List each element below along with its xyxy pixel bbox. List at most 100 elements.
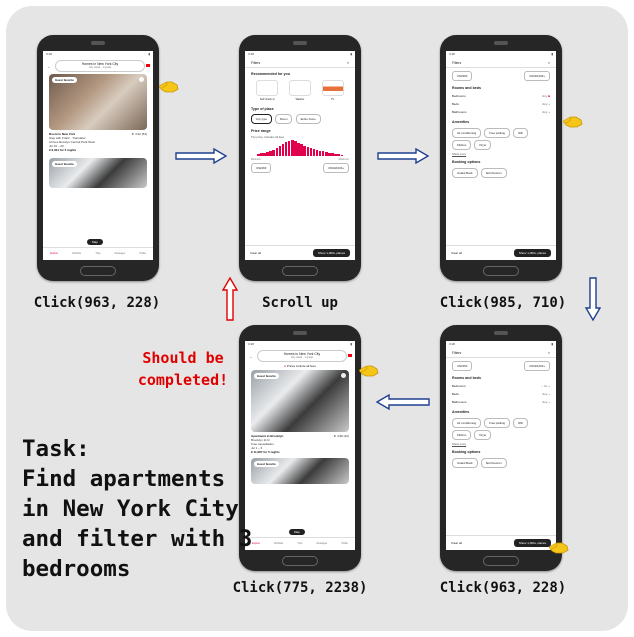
close-icon[interactable]: ×	[548, 61, 550, 65]
air-conditioning-chip[interactable]: Air conditioning	[452, 128, 482, 138]
show-places-button[interactable]: Show 1,000+ places	[312, 249, 350, 257]
phone-camera	[293, 41, 307, 45]
tag-icon: ●	[284, 364, 286, 368]
amenity-chips: Air conditioning Free parking Wifi Kitch…	[446, 126, 556, 152]
battery-icon: ▮	[350, 342, 352, 346]
bedrooms-label: Bedrooms	[452, 94, 466, 98]
nav-trips[interactable]: Trips	[95, 253, 100, 255]
tap-hand-icon	[549, 542, 569, 554]
battery-icon: ▮	[350, 52, 352, 56]
arrow-down	[585, 277, 601, 322]
listing-photo-2[interactable]: Guest favorite	[49, 158, 147, 189]
rooms-heading: Rooms and beds	[452, 376, 481, 380]
nav-profile[interactable]: Profile	[139, 253, 146, 255]
min-price-field[interactable]: CN¥260	[452, 361, 473, 371]
minimum-label: Minimum	[251, 158, 261, 161]
room-chip[interactable]: Room	[275, 114, 293, 124]
listing-photo[interactable]: Guest favorite	[49, 74, 147, 130]
map-button[interactable]: Map	[87, 239, 103, 245]
bedrooms-value: Any	[542, 94, 548, 98]
back-arrow-icon[interactable]: ←	[47, 64, 51, 69]
nav-messages[interactable]: Messages	[317, 543, 327, 545]
heart-icon[interactable]	[341, 373, 346, 378]
wifi-chip[interactable]: Wifi	[513, 128, 528, 138]
filters-footer: Clear all Show 1,000+ places	[446, 535, 556, 550]
step-5-caption: Click(775, 2238)	[232, 580, 368, 596]
dryer-chip[interactable]: Dryer	[474, 430, 492, 440]
max-price-field[interactable]: CN¥18,000+	[524, 361, 550, 371]
dryer-chip[interactable]: Dryer	[474, 140, 492, 150]
max-price-field[interactable]: CN¥18,000+	[323, 163, 349, 173]
status-bar: 3:18 ▮	[43, 51, 153, 59]
bathrooms-stepper[interactable]: Any +	[542, 400, 550, 404]
nav-explore[interactable]: Explore	[50, 253, 58, 255]
self-check-in-tile[interactable]	[256, 80, 279, 96]
wifi-chip[interactable]: Wifi	[513, 418, 528, 428]
listing-photo[interactable]: Guest favorite	[251, 370, 349, 432]
search-bar[interactable]: ← Homes in New York City Any week · 1 gu…	[47, 60, 150, 72]
back-arrow-icon[interactable]: ←	[249, 354, 253, 359]
clear-all-link[interactable]: Clear all	[250, 251, 261, 255]
min-price-field[interactable]: CN¥260	[452, 71, 473, 81]
amenities-heading: Amenities	[452, 120, 470, 124]
beds-stepper[interactable]: Any +	[542, 102, 550, 106]
listing-photo-2[interactable]: Guest favorite	[251, 458, 349, 485]
heart-icon[interactable]	[139, 77, 144, 82]
diagram-canvas: 3:18 ▮ ← Homes in New York City Any week …	[0, 0, 634, 637]
free-parking-chip[interactable]: Free parking	[484, 418, 510, 428]
nav-wishlists[interactable]: Wishlists	[72, 253, 81, 255]
nav-profile[interactable]: Profile	[341, 543, 348, 545]
show-places-button[interactable]: Show 1,000+ places	[513, 539, 551, 547]
bathrooms-value: Any	[542, 110, 548, 114]
clear-all-link[interactable]: Clear all	[451, 251, 462, 255]
filters-header: Filters ×	[245, 59, 355, 68]
bedrooms-stepper[interactable]: − 3+ +	[541, 384, 550, 388]
bathrooms-stepper[interactable]: Any +	[542, 110, 550, 114]
min-price-field[interactable]: CN¥260	[251, 163, 272, 173]
phone-step-5: 3:18 ▮ ← Homes in New York City Any week …	[239, 325, 361, 571]
instant-book-chip[interactable]: Instant Book	[452, 458, 478, 468]
clear-all-link[interactable]: Clear all	[451, 541, 462, 545]
kitchen-chip[interactable]: Kitchen	[452, 140, 472, 150]
bedrooms-stepper[interactable]: Any ■	[542, 94, 550, 98]
phone-camera	[494, 41, 508, 45]
listing-price: ¥ 6,321 for 5 nights	[49, 148, 77, 153]
tv-tile[interactable]	[321, 80, 344, 96]
completion-note: Should be completed!	[128, 347, 238, 391]
show-places-button[interactable]: Show 1,000+ places	[513, 249, 551, 257]
beds-stepper[interactable]: Any +	[542, 392, 550, 396]
phone-step-3: 3:18 ▮ Filters × CN¥260 CN¥18,000+ Rooms a…	[440, 35, 562, 281]
any-type-chip[interactable]: Any type	[251, 114, 272, 124]
filters-title: Filters	[452, 61, 462, 65]
filter-button[interactable]	[348, 354, 352, 357]
show-more-link[interactable]: Show more	[446, 442, 556, 446]
bathrooms-value: Any	[542, 400, 548, 404]
self-check-in-chip[interactable]: Self check-in	[480, 458, 507, 468]
max-price-field[interactable]: CN¥18,000+	[524, 71, 550, 81]
prices-banner: ● Prices include all fees	[251, 364, 349, 368]
washer-tile[interactable]	[288, 80, 311, 96]
nav-trips[interactable]: Trips	[297, 543, 302, 545]
screen-search-results: 3:18 ▮ ← Homes in New York City Any week …	[43, 51, 153, 260]
close-icon[interactable]: ×	[548, 351, 550, 355]
self-check-in-chip[interactable]: Self check-in	[480, 168, 507, 178]
filter-button[interactable]	[146, 64, 150, 67]
nav-wishlists[interactable]: Wishlists	[274, 543, 283, 545]
show-more-link[interactable]: Show more	[446, 152, 556, 156]
kitchen-chip[interactable]: Kitchen	[452, 430, 472, 440]
beds-row: Beds Any +	[446, 100, 556, 108]
close-icon[interactable]: ×	[347, 61, 349, 65]
nav-explore[interactable]: Explore	[252, 543, 260, 545]
map-button[interactable]: Map	[289, 529, 305, 535]
bedrooms-plus-button[interactable]: ■	[548, 94, 550, 98]
nav-messages[interactable]: Messages	[115, 253, 125, 255]
search-bar[interactable]: ← Homes in New York City Any week · 1 gu…	[249, 350, 352, 362]
price-inputs: CN¥260 CN¥18,000+	[446, 70, 556, 82]
instant-book-chip[interactable]: Instant Book	[452, 168, 478, 178]
search-subtitle: Any week · 1 guest	[290, 356, 314, 360]
bedrooms-row: Bedrooms Any ■	[446, 92, 556, 100]
air-conditioning-chip[interactable]: Air conditioning	[452, 418, 482, 428]
entire-home-chip[interactable]: Entire home	[295, 114, 321, 124]
bottom-nav: Explore Wishlists Trips Messages Profile	[245, 537, 355, 550]
free-parking-chip[interactable]: Free parking	[484, 128, 510, 138]
